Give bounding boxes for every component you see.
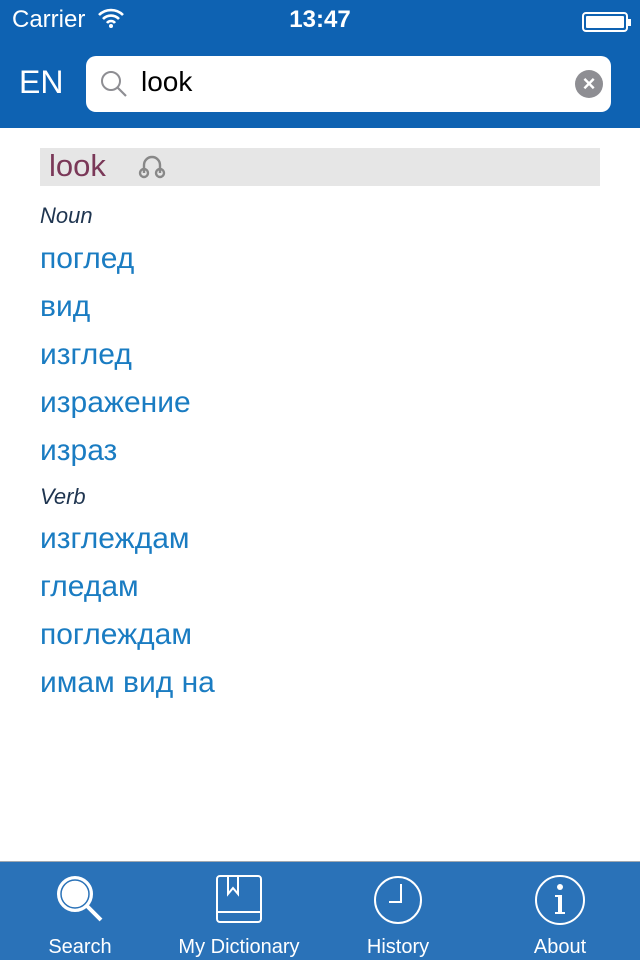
translation-link[interactable]: израз [40, 434, 117, 468]
clock-time: 13:47 [289, 6, 351, 33]
part-of-speech-noun: Noun [40, 203, 93, 228]
language-toggle[interactable]: EN [19, 64, 63, 101]
battery-icon [582, 12, 631, 32]
search-icon [57, 876, 103, 922]
tab-label: My Dictionary [178, 936, 300, 958]
translation-link[interactable]: поглеждам [40, 618, 192, 652]
translation-link[interactable]: имам вид на [40, 666, 215, 700]
tab-bar: Search My Dictionary History About [0, 861, 640, 960]
header: Carrier 13:47 EN × [0, 0, 640, 128]
search-input[interactable] [141, 66, 541, 98]
translation-link[interactable]: изглед [40, 338, 132, 372]
translation-link[interactable]: гледам [40, 570, 139, 604]
headphones-icon[interactable] [138, 153, 166, 179]
search-field[interactable]: × [86, 56, 611, 112]
tab-my-dictionary[interactable]: My Dictionary [159, 862, 319, 961]
headword-bar: look [40, 148, 600, 186]
part-of-speech-verb: Verb [40, 484, 86, 509]
tab-label: Search [48, 936, 112, 958]
info-icon [535, 875, 585, 925]
tab-about[interactable]: About [480, 862, 640, 961]
translation-link[interactable]: изглеждам [40, 522, 190, 556]
headword: look [49, 148, 106, 183]
tab-label: About [533, 936, 587, 958]
tab-search[interactable]: Search [0, 862, 160, 961]
tab-label: History [366, 936, 430, 958]
translation-link[interactable]: изражение [40, 386, 191, 420]
tab-history[interactable]: History [318, 862, 478, 961]
clock-icon [374, 876, 422, 924]
book-icon [216, 875, 262, 923]
translation-link[interactable]: поглед [40, 242, 134, 276]
translation-link[interactable]: вид [40, 290, 90, 324]
clear-search-button[interactable]: × [575, 70, 603, 98]
search-icon [101, 71, 127, 97]
